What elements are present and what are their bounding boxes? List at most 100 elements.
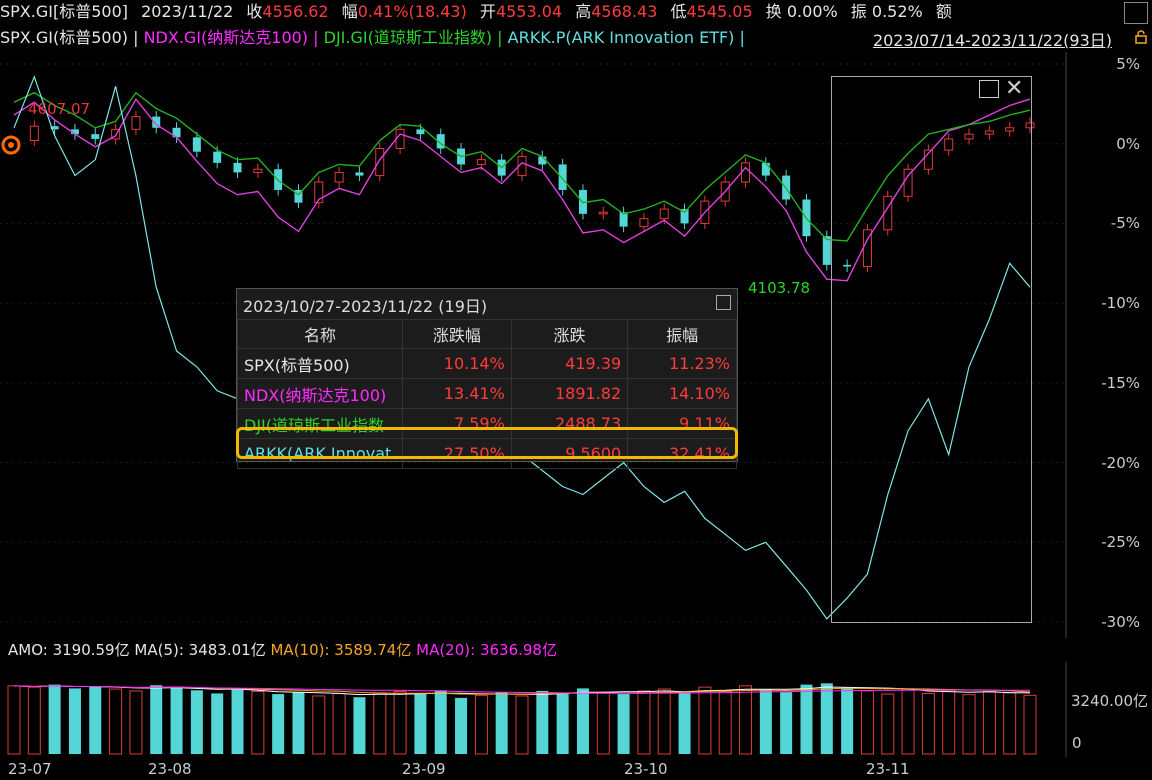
highlighted-row-outline — [236, 427, 738, 459]
symbol-name: SPX.GI[标普500] — [0, 2, 128, 21]
table-header: 名称 涨跌幅 涨跌 振幅 — [237, 319, 737, 349]
candle-body — [558, 164, 567, 190]
close-label: 收 — [246, 2, 263, 21]
header-chg: 涨跌 — [510, 319, 629, 349]
x-axis: 23-07 23-08 23-09 23-10 23-11 — [0, 757, 1152, 780]
volume-bar — [129, 690, 143, 755]
date-range-selector[interactable]: 2023/07/14-2023/11/22(93日) — [873, 27, 1112, 51]
range-selection-box[interactable] — [831, 76, 1032, 623]
y-tick: -20% — [1101, 453, 1140, 472]
turnover-value: 0.00% — [786, 2, 838, 21]
header-name: 名称 — [237, 319, 403, 349]
row-name: SPX(标普500) — [237, 348, 403, 379]
candle-body — [822, 236, 831, 265]
high-label: 高 — [575, 2, 592, 21]
volume-bar — [820, 683, 833, 754]
candle-body — [91, 134, 100, 139]
volume-bar — [211, 693, 224, 754]
volume-bar — [48, 684, 61, 754]
ma10-value: MA(10): 3589.74亿 — [270, 641, 412, 659]
volume-bar — [272, 694, 285, 754]
volume-bar — [414, 694, 427, 754]
volume-chart[interactable] — [0, 662, 1152, 757]
close-icon[interactable]: ✕ — [1005, 76, 1023, 101]
volume-bar — [251, 691, 265, 755]
candle-body — [598, 211, 608, 215]
amount-label: 额 — [935, 2, 952, 21]
amo-value: AMO: 3190.59亿 — [8, 641, 130, 659]
change-label: 幅 — [341, 2, 358, 21]
volume-bar — [190, 690, 203, 754]
header-amp: 振幅 — [627, 319, 737, 349]
row-chg: 419.39 — [510, 348, 629, 379]
volume-bar — [7, 685, 21, 755]
candle-body — [355, 172, 364, 176]
quote-date: 2023/11/22 — [141, 2, 234, 21]
legend-dji[interactable]: DJI.GI(道琼斯工业指数) | — [319, 28, 503, 47]
volume-bar — [27, 686, 41, 755]
volume-axis-zero: 0 — [1072, 734, 1082, 752]
turnover-label: 换 — [765, 2, 782, 21]
volume-bar — [393, 691, 407, 755]
amplitude-label: 振 — [850, 2, 867, 21]
legend-ndx[interactable]: NDX.GI(纳斯达克100) | — [138, 28, 319, 47]
volume-bar — [353, 697, 366, 754]
popup-close-icon[interactable] — [716, 295, 731, 310]
high-annotation: 4607.07 — [28, 100, 91, 118]
volume-bar — [109, 688, 123, 755]
candle-body — [741, 162, 751, 183]
volume-bar — [1003, 692, 1017, 755]
volume-bar — [881, 693, 895, 755]
row-amp: 11.23% — [627, 348, 737, 379]
change-value: 0.41%(18.43) — [357, 2, 467, 21]
volume-bar — [921, 692, 935, 755]
volume-bar — [68, 688, 81, 754]
y-tick: 0% — [1116, 134, 1140, 153]
volume-bar — [292, 692, 305, 754]
candle-body — [375, 147, 385, 177]
volume-bar — [739, 685, 753, 755]
volume-bar — [515, 695, 529, 755]
volume-bar — [780, 692, 793, 754]
window-toggle-icon[interactable] — [1124, 2, 1148, 24]
lock-icon[interactable] — [1134, 30, 1148, 44]
x-tick: 23-11 — [866, 760, 910, 778]
maximize-icon[interactable] — [979, 80, 999, 98]
volume-bar — [373, 692, 387, 755]
y-tick: -15% — [1101, 373, 1140, 392]
volume-bar — [150, 685, 163, 754]
volume-bar — [474, 694, 488, 755]
volume-bar — [170, 686, 183, 754]
amplitude-value: 0.52% — [871, 2, 923, 21]
candle-body — [334, 171, 344, 183]
low-label: 低 — [670, 2, 687, 21]
low-value: 4545.05 — [686, 2, 753, 21]
volume-legend: AMO: 3190.59亿 MA(5): 3483.01亿 MA(10): 35… — [0, 640, 1152, 660]
candle-body — [253, 168, 263, 173]
volume-bar — [841, 687, 854, 754]
table-row[interactable]: NDX(纳斯达克100) 13.41% 1891.82 14.10% — [237, 378, 737, 409]
row-chg: 1891.82 — [510, 378, 629, 409]
volume-bar — [759, 689, 772, 754]
volume-bar — [536, 690, 549, 754]
candle-body — [233, 162, 242, 173]
table-row[interactable]: SPX(标普500) 10.14% 419.39 11.23% — [237, 348, 737, 379]
header-pct: 涨跌幅 — [402, 319, 512, 349]
candle-body — [416, 129, 425, 135]
legend-arkk[interactable]: ARKK.P(ARK Innovation ETF) | — [503, 28, 745, 47]
volume-bar — [576, 688, 589, 754]
volume-bar — [231, 689, 244, 754]
candle-body — [131, 116, 141, 130]
row-amp: 14.10% — [627, 378, 737, 409]
volume-bars — [7, 683, 1037, 755]
current-marker-icon — [1, 135, 21, 155]
volume-bar — [718, 691, 732, 755]
ma20-value: MA(20): 3636.98亿 — [416, 641, 557, 659]
close-value: 4556.62 — [262, 2, 329, 21]
ma5-value: MA(5): 3483.01亿 — [134, 641, 266, 659]
x-tick: 23-08 — [148, 760, 192, 778]
legend-spx[interactable]: SPX.GI(标普500) | — [0, 28, 138, 47]
volume-bar — [901, 688, 915, 755]
volume-bar — [1023, 694, 1037, 755]
volume-bar — [637, 690, 651, 755]
